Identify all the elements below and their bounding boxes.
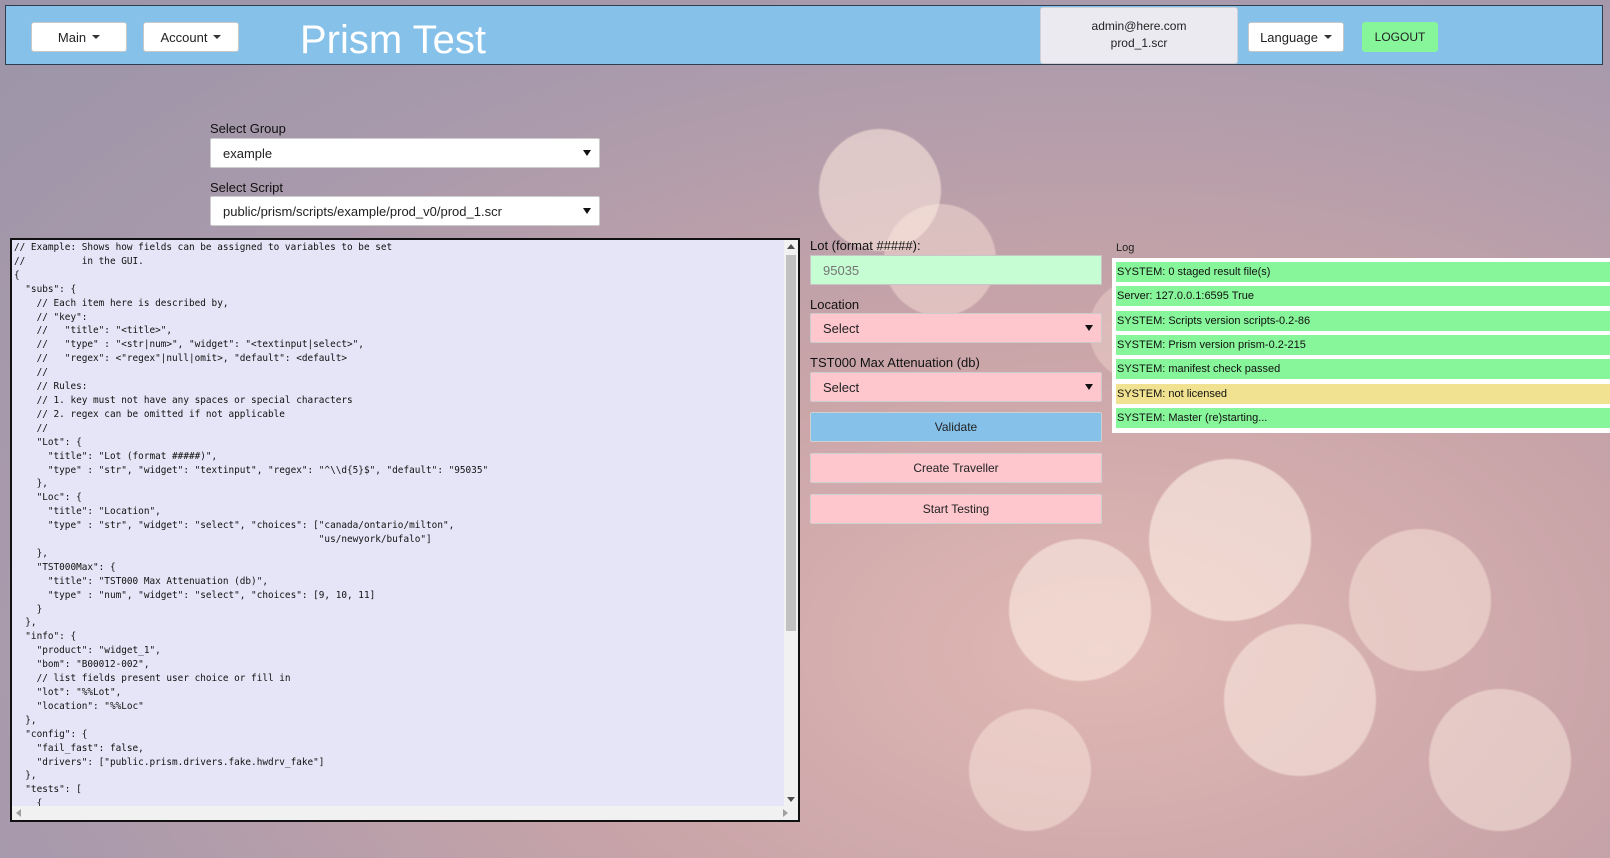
location-select[interactable]: Select xyxy=(810,313,1102,343)
vertical-scrollbar[interactable] xyxy=(784,240,798,806)
tst000-max-select-value: Select xyxy=(823,379,860,395)
account-menu-label: Account xyxy=(160,29,208,45)
lot-label: Lot (format #####): xyxy=(810,238,921,253)
create-traveller-button[interactable]: Create Traveller xyxy=(810,453,1102,483)
log-entry: SYSTEM: Master (re)starting... xyxy=(1116,408,1610,428)
scroll-left-icon[interactable] xyxy=(16,809,21,817)
select-group-label: Select Group xyxy=(210,121,286,136)
main-menu-label: Main xyxy=(57,29,87,45)
language-menu-button[interactable]: Language xyxy=(1248,22,1344,52)
account-menu-button[interactable]: Account xyxy=(143,22,239,52)
log-title: Log xyxy=(1116,242,1135,254)
script-select-value: public/prism/scripts/example/prod_v0/pro… xyxy=(223,203,502,219)
start-testing-button[interactable]: Start Testing xyxy=(810,494,1102,524)
script-code-viewer[interactable]: // Example: Shows how fields can be assi… xyxy=(10,238,800,822)
location-label: Location xyxy=(810,297,860,312)
scroll-up-icon[interactable] xyxy=(787,244,795,249)
log-panel: SYSTEM: 0 staged result file(s) Server: … xyxy=(1112,258,1610,433)
location-select-value: Select xyxy=(823,320,860,336)
top-navbar: Main Account Prism Test admin@here.com p… xyxy=(5,5,1603,65)
dropdown-arrow-icon xyxy=(1085,325,1093,331)
log-entry: SYSTEM: Prism version prism-0.2-215 xyxy=(1116,335,1610,355)
app-title: Prism Test xyxy=(300,18,486,62)
lot-input[interactable] xyxy=(810,255,1102,285)
dropdown-arrow-icon xyxy=(583,150,591,156)
group-select-value: example xyxy=(223,145,273,161)
validate-button[interactable]: Validate xyxy=(810,412,1102,442)
caret-down-icon xyxy=(92,35,101,39)
tst000-max-select[interactable]: Select xyxy=(810,372,1102,402)
scroll-right-icon[interactable] xyxy=(783,809,788,817)
log-entry: Server: 127.0.0.1:6595 True xyxy=(1116,286,1610,306)
log-entry: SYSTEM: 0 staged result file(s) xyxy=(1116,262,1610,282)
scrollbar-thumb[interactable] xyxy=(786,255,796,631)
script-select[interactable]: public/prism/scripts/example/prod_v0/pro… xyxy=(210,196,600,226)
script-code-text: // Example: Shows how fields can be assi… xyxy=(14,242,489,810)
caret-down-icon xyxy=(213,35,222,39)
logout-button[interactable]: LOGOUT xyxy=(1362,22,1438,52)
main-menu-button[interactable]: Main xyxy=(31,22,127,52)
user-email: admin@here.com xyxy=(1091,19,1187,33)
log-entry: SYSTEM: Scripts version scripts-0.2-86 xyxy=(1116,311,1610,331)
group-select[interactable]: example xyxy=(210,138,600,168)
horizontal-scrollbar[interactable] xyxy=(12,806,798,820)
tst000-max-label: TST000 Max Attenuation (db) xyxy=(810,355,980,370)
user-info-box: admin@here.com prod_1.scr xyxy=(1040,7,1238,64)
dropdown-arrow-icon xyxy=(1085,384,1093,390)
dropdown-arrow-icon xyxy=(583,208,591,214)
scroll-down-icon[interactable] xyxy=(787,797,795,802)
log-entry: SYSTEM: not licensed xyxy=(1116,384,1610,404)
caret-down-icon xyxy=(1323,35,1332,39)
log-entry: SYSTEM: manifest check passed xyxy=(1116,359,1610,379)
select-script-label: Select Script xyxy=(210,180,283,195)
language-menu-label: Language xyxy=(1260,29,1318,45)
user-script: prod_1.scr xyxy=(1110,36,1168,50)
